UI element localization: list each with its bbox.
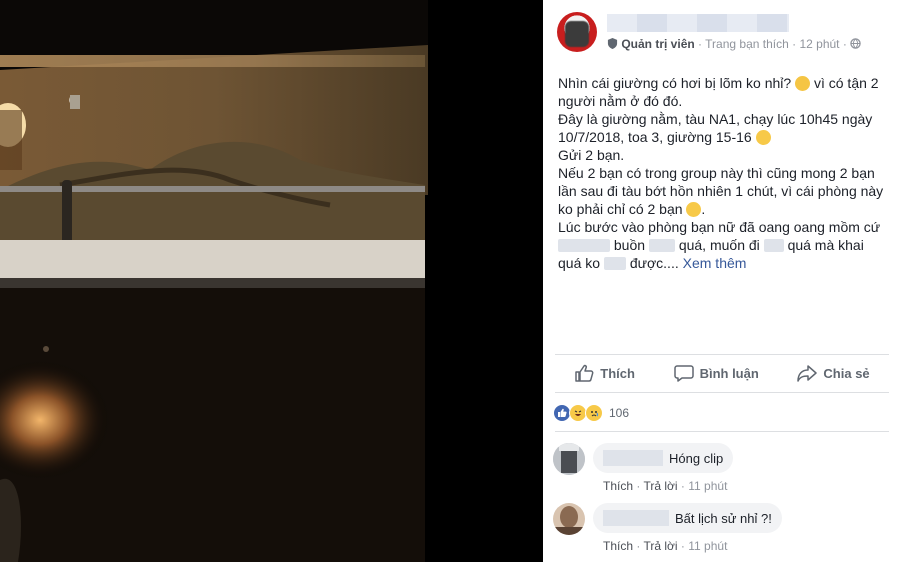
- post-line-5c: quá, muốn đi: [678, 237, 760, 253]
- comment-icon: [673, 365, 694, 382]
- redacted-word: [558, 239, 610, 252]
- comment-actions: Thích · Trả lời · 11 phút: [603, 539, 728, 553]
- post-line-1a: Nhìn cái giường có hơi bị lõm ko nhỉ?: [558, 75, 792, 91]
- post-time[interactable]: 12 phút: [799, 37, 839, 51]
- post-line-5b: buồn: [613, 237, 646, 253]
- see-more-link[interactable]: Xem thêm: [683, 255, 747, 271]
- sad-icon: [585, 404, 603, 422]
- comment-time[interactable]: 11 phút: [688, 479, 727, 493]
- divider: [555, 392, 889, 393]
- comment-reply-link[interactable]: Trả lời: [643, 479, 677, 493]
- post-body: Nhìn cái giường có hơi bị lõm ko nhỉ? vì…: [558, 75, 884, 271]
- share-icon: [797, 365, 818, 382]
- sad-face-emoji-icon: [795, 76, 811, 91]
- post-line-6b: được....: [629, 255, 679, 271]
- comment-like-link[interactable]: Thích: [603, 539, 633, 553]
- admin-shield-icon: [607, 38, 618, 49]
- globe-icon[interactable]: [850, 38, 861, 49]
- commenter-name-redacted[interactable]: [603, 510, 669, 526]
- comment-text: Hóng clip: [669, 450, 724, 466]
- divider: [555, 431, 889, 432]
- redacted-word: [603, 257, 626, 270]
- commenter-avatar[interactable]: [553, 503, 585, 535]
- reaction-count: 106: [609, 406, 630, 420]
- post-line-2: Đây là giường nằm, tàu NA1, chạy lúc 10h…: [558, 111, 873, 145]
- post-line-6a: ko: [585, 255, 601, 271]
- post-line-3: Gửi 2 bạn.: [558, 147, 625, 163]
- poster-name-redacted[interactable]: [607, 14, 789, 32]
- redacted-word: [648, 239, 675, 252]
- comment-reply-link[interactable]: Trả lời: [643, 539, 677, 553]
- reactions-summary[interactable]: 106: [553, 403, 629, 423]
- post-line-5a: Lúc bước vào phòng bạn nữ đã oang oang m…: [558, 219, 881, 235]
- comment-button-label: Bình luận: [699, 365, 759, 381]
- train-berth-photo: [0, 0, 543, 562]
- smile-emoji-icon: [686, 202, 702, 217]
- post-photo[interactable]: [0, 0, 543, 562]
- share-button-label: Chia sẻ: [823, 365, 870, 381]
- thumbs-up-icon: [575, 364, 594, 382]
- comment-bubble: Hóng clip: [593, 443, 734, 473]
- share-button[interactable]: Chia sẻ: [797, 364, 870, 382]
- post-line-4: Nếu 2 bạn có trong group này thì cũng mo…: [558, 165, 884, 217]
- redacted-word: [763, 239, 784, 252]
- like-button[interactable]: Thích: [574, 364, 635, 382]
- post-actions: Thích Bình luận Chia sẻ: [555, 355, 889, 391]
- commenter-avatar[interactable]: [553, 443, 585, 475]
- post-header: Quản trị viên · Trang bạn thích · 12 phú…: [557, 12, 887, 56]
- group-avatar[interactable]: [557, 12, 597, 52]
- smile-emoji-icon: [755, 130, 771, 145]
- post-source[interactable]: Trang bạn thích: [705, 37, 789, 51]
- comment-actions: Thích · Trả lời · 11 phút: [603, 479, 728, 493]
- comment-bubble: Bất lịch sử nhỉ ?!: [593, 503, 782, 533]
- comment-button[interactable]: Bình luận: [673, 364, 759, 382]
- commenter-name-redacted[interactable]: [603, 450, 663, 466]
- post-meta: Quản trị viên · Trang bạn thích · 12 phú…: [607, 37, 861, 51]
- like-button-label: Thích: [600, 365, 635, 381]
- comment-time[interactable]: 11 phút: [688, 539, 727, 553]
- post-sidebar: Quản trị viên · Trang bạn thích · 12 phú…: [543, 0, 901, 562]
- admin-role-label: Quản trị viên: [621, 37, 695, 51]
- comment-text: Bất lịch sử nhỉ ?!: [675, 510, 772, 526]
- comment-like-link[interactable]: Thích: [603, 479, 633, 493]
